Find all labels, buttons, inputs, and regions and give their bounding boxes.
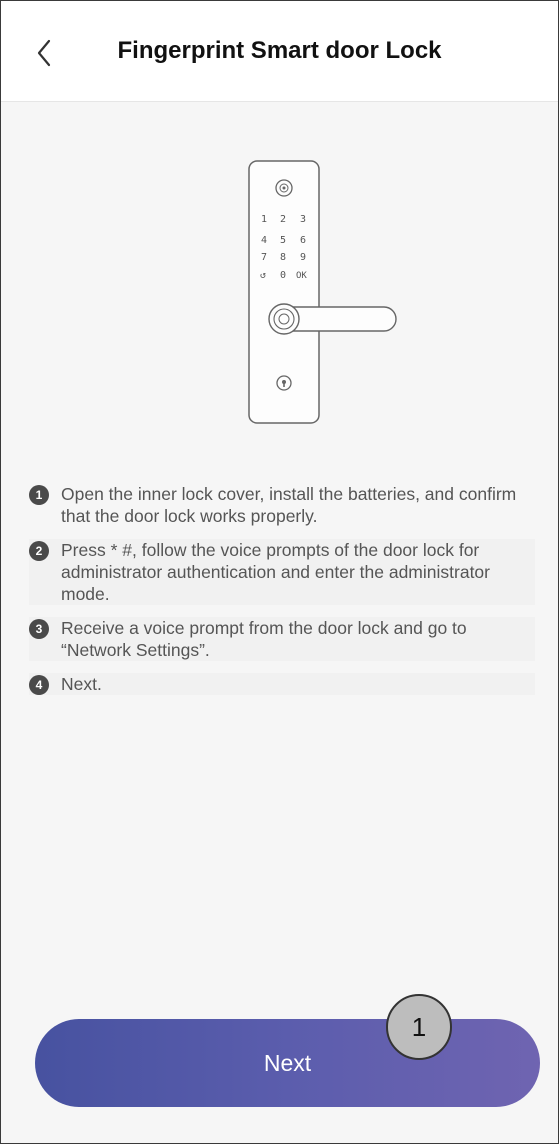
page-title: Fingerprint Smart door Lock bbox=[117, 37, 442, 64]
step-text: Open the inner lock cover, install the b… bbox=[61, 484, 517, 526]
annotation-callout: 1 bbox=[386, 994, 452, 1060]
list-item: 1 Open the inner lock cover, install the… bbox=[29, 483, 535, 527]
step-text: Press * #, follow the voice prompts of t… bbox=[61, 540, 490, 604]
next-button-label: Next bbox=[263, 1049, 312, 1076]
next-button[interactable]: Next bbox=[35, 1019, 540, 1107]
list-item: 3 Receive a voice prompt from the door l… bbox=[29, 617, 535, 661]
step-number-badge: 3 bbox=[29, 619, 49, 639]
step-number-badge: 1 bbox=[29, 485, 49, 505]
keypad-key: 6 bbox=[300, 235, 306, 246]
keypad-key: 4 bbox=[261, 235, 267, 246]
keypad-key: 0 bbox=[280, 270, 286, 281]
keypad-key: ↺ bbox=[260, 270, 266, 281]
keypad-key: 2 bbox=[280, 214, 286, 225]
instruction-steps: 1 Open the inner lock cover, install the… bbox=[29, 483, 535, 707]
lock-handle bbox=[268, 303, 397, 335]
step-number-badge: 4 bbox=[29, 675, 49, 695]
step-text: Receive a voice prompt from the door loc… bbox=[61, 618, 467, 660]
header-bar: Fingerprint Smart door Lock bbox=[1, 1, 558, 102]
app-screen: Fingerprint Smart door Lock 1 2 3 4 5 6 … bbox=[0, 0, 559, 1144]
keypad-key: 1 bbox=[261, 214, 267, 225]
keypad-key: 7 bbox=[261, 252, 267, 263]
list-item: 2 Press * #, follow the voice prompts of… bbox=[29, 539, 535, 605]
keypad-key: 8 bbox=[280, 252, 286, 263]
step-number-badge: 2 bbox=[29, 541, 49, 561]
list-item: 4 Next. bbox=[29, 673, 535, 695]
keypad-key: 3 bbox=[300, 214, 306, 225]
door-lock-illustration: 1 2 3 4 5 6 7 8 9 ↺ 0 OK bbox=[248, 160, 397, 424]
keypad-key: 5 bbox=[280, 235, 286, 246]
step-text: Next. bbox=[61, 674, 102, 694]
keypad-key: OK bbox=[296, 271, 307, 281]
keypad-key: 9 bbox=[300, 252, 306, 263]
